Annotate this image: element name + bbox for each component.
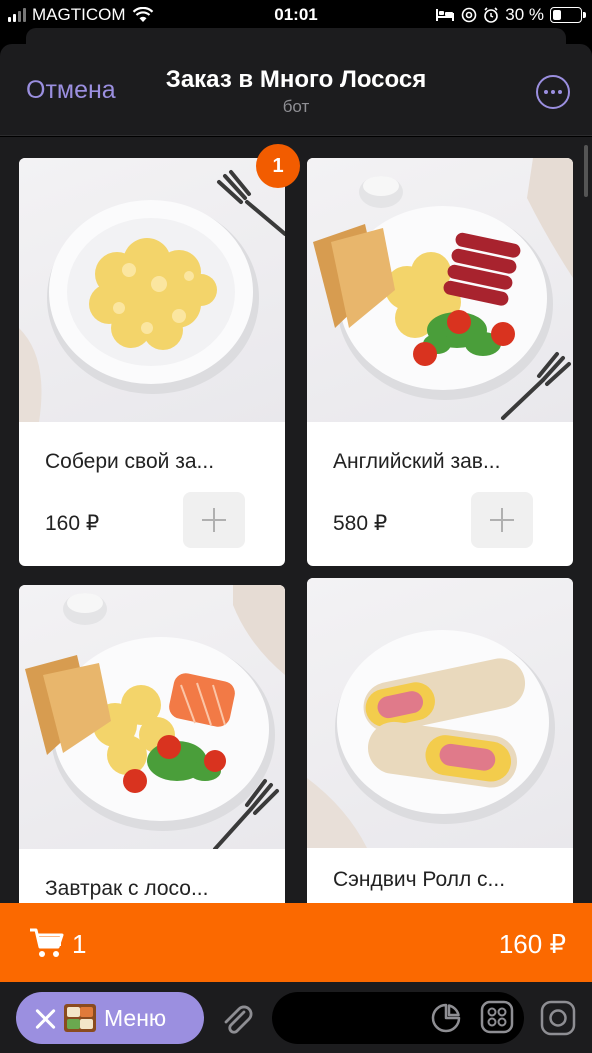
product-card[interactable]: Сэндвич Ролл с... [307, 578, 573, 903]
page-title: Заказ в Много Лосося [165, 66, 427, 93]
product-image-scrambled-eggs [19, 158, 285, 422]
product-grid[interactable]: Собери свой за... 160 ₽ Английский зав..… [0, 137, 592, 903]
scrollbar[interactable] [584, 145, 588, 197]
bot-commands-icon[interactable] [480, 1000, 514, 1034]
product-card[interactable]: Собери свой за... 160 ₽ [19, 158, 285, 566]
product-name: Английский зав... [333, 450, 501, 473]
alarm-icon [484, 7, 499, 23]
attach-icon[interactable] [218, 1000, 256, 1038]
cart-quantity-badge: 1 [256, 144, 300, 188]
product-name: Завтрак с лосо... [45, 877, 209, 900]
product-price: 580 ₽ [333, 512, 388, 535]
camera-icon[interactable] [540, 1000, 576, 1036]
cart-item-count: 1 [72, 929, 87, 959]
cart-total: 160 ₽ [498, 929, 566, 959]
bed-icon [436, 9, 455, 21]
product-card[interactable]: Завтрак с лосо... [19, 585, 285, 903]
product-image-salmon-breakfast [19, 585, 285, 849]
add-to-cart-button[interactable] [183, 492, 245, 548]
status-right: 30 % [435, 5, 586, 25]
bot-header: Отмена Заказ в Много Лосося бот [0, 44, 592, 136]
product-image-english-breakfast [307, 158, 573, 422]
bento-box-icon [64, 1004, 96, 1032]
sticker-icon[interactable] [430, 1002, 462, 1034]
more-options-button[interactable] [536, 75, 570, 109]
product-name: Сэндвич Ролл с... [333, 868, 506, 891]
close-icon [34, 1007, 56, 1029]
message-bar: Меню [0, 982, 592, 1053]
battery-icon [550, 7, 586, 23]
product-image-sandwich-roll [307, 578, 573, 848]
menu-label: Меню [104, 1004, 167, 1031]
add-to-cart-button[interactable] [471, 492, 533, 548]
at-icon [461, 7, 477, 23]
view-cart-button[interactable]: 1 160 ₽ [0, 903, 592, 982]
product-name: Собери свой за... [45, 450, 215, 473]
page-subtitle: бот [282, 97, 310, 116]
bot-menu-button[interactable]: Меню [16, 992, 204, 1044]
more-dot-icon [544, 90, 548, 94]
product-card[interactable]: Английский зав... 580 ₽ [307, 158, 573, 566]
battery-percent: 30 % [505, 5, 544, 24]
product-price: 160 ₽ [45, 512, 100, 535]
cart-icon [30, 928, 64, 957]
